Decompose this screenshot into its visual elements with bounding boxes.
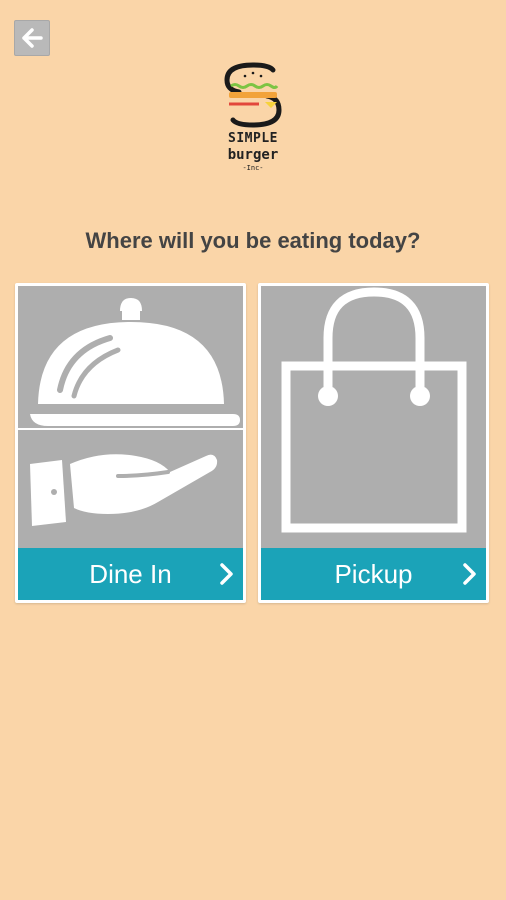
- logo-text-inc: -Inc-: [242, 164, 264, 172]
- logo-text-simple: SIMPLE: [228, 131, 278, 146]
- cloche-serving-hand-icon: [18, 298, 243, 526]
- brand-logo: SIMPLE burger -Inc-: [213, 62, 293, 174]
- shopping-bag-icon: [281, 287, 467, 533]
- dine-in-option[interactable]: Dine In: [15, 283, 246, 603]
- page-question: Where will you be eating today?: [85, 228, 421, 253]
- arrow-left-icon: [22, 28, 43, 48]
- back-button[interactable]: [14, 20, 50, 56]
- pickup-image: [261, 286, 486, 548]
- burger-logo-icon: [224, 62, 282, 128]
- chevron-right-icon: [463, 563, 476, 585]
- dine-in-footer[interactable]: Dine In: [18, 548, 243, 600]
- pickup-footer[interactable]: Pickup: [261, 548, 486, 600]
- dine-in-label: Dine In: [89, 558, 172, 589]
- logo-text-burger: burger: [227, 147, 279, 163]
- pickup-option[interactable]: Pickup: [258, 283, 489, 603]
- pickup-label: Pickup: [334, 558, 413, 589]
- dine-in-image: [18, 286, 243, 548]
- chevron-right-icon: [220, 563, 233, 585]
